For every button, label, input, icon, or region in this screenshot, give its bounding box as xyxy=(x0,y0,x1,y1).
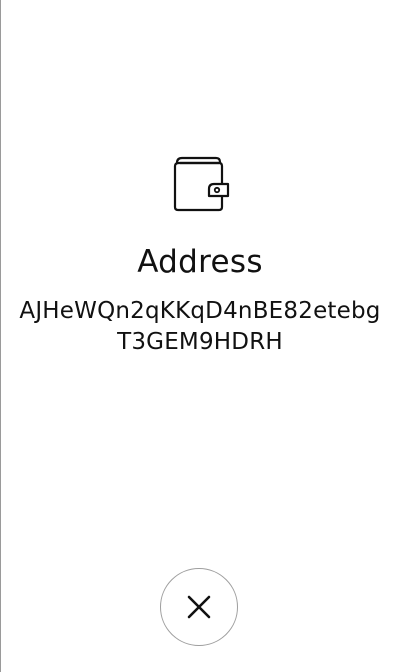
close-icon xyxy=(187,595,211,619)
page-title: Address xyxy=(137,244,263,280)
wallet-icon xyxy=(173,156,230,212)
wallet-address: AJHeWQn2qKKqD4nBE82etebgT3GEM9HDRH xyxy=(19,298,381,355)
close-button[interactable] xyxy=(160,568,238,646)
left-divider xyxy=(0,0,1,672)
